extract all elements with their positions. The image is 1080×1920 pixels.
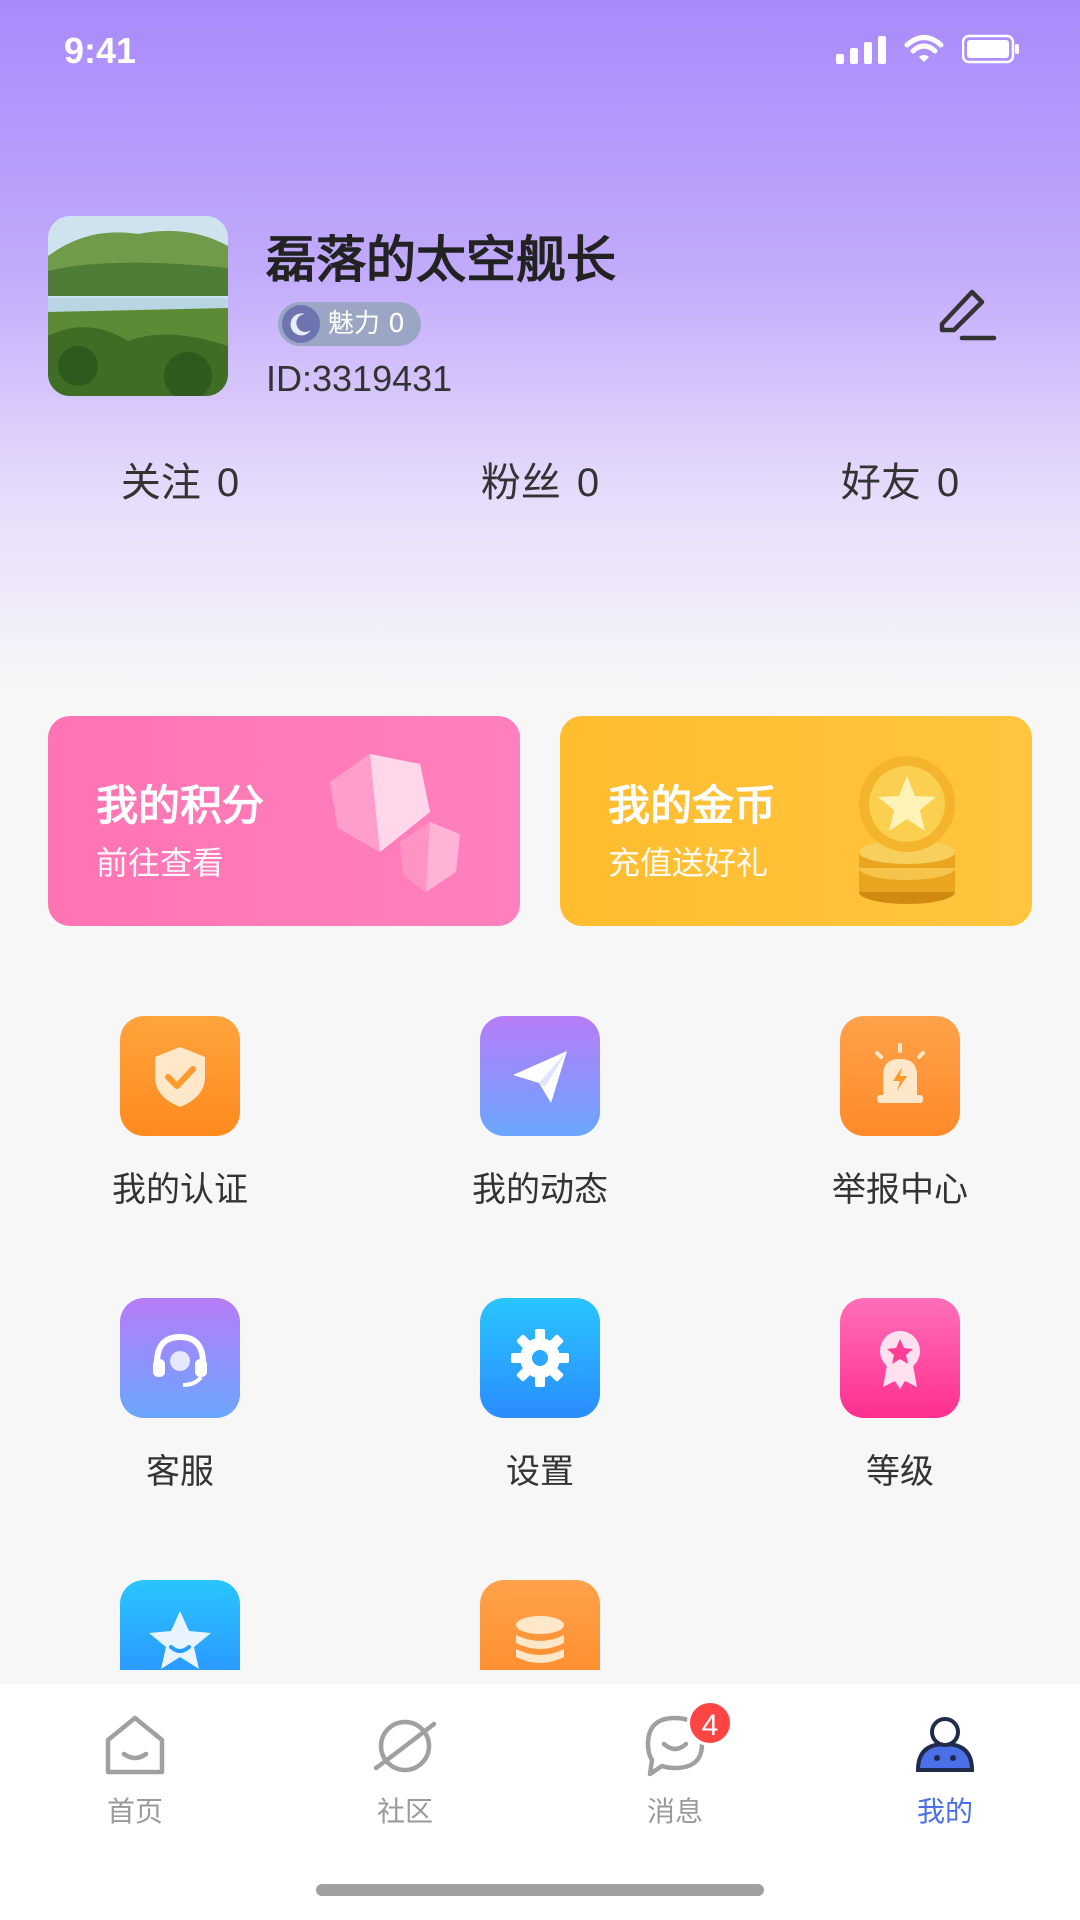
menu-grid: 我的认证 我的动态 举报中心 客服 设置 等级 <box>0 0 1080 1670</box>
headset-icon <box>120 1298 240 1418</box>
menu-item-verification[interactable]: 我的认证 <box>50 1016 310 1236</box>
tab-label: 消息 <box>646 1795 703 1828</box>
menu-item-settings[interactable]: 设置 <box>410 1298 670 1518</box>
home-icon <box>105 1715 165 1775</box>
tab-home[interactable]: 首页 <box>55 1710 215 1830</box>
menu-item-report[interactable]: 举报中心 <box>770 1016 1030 1236</box>
menu-item-wallet[interactable] <box>410 1580 670 1670</box>
planet-icon <box>373 1719 437 1773</box>
tab-community[interactable]: 社区 <box>325 1710 485 1830</box>
paper-plane-icon <box>480 1016 600 1136</box>
menu-item-favorites[interactable] <box>50 1580 310 1670</box>
tab-label: 首页 <box>106 1795 163 1828</box>
menu-label: 客服 <box>146 1452 214 1492</box>
gear-icon <box>480 1298 600 1418</box>
menu-label: 等级 <box>866 1452 934 1492</box>
alarm-icon <box>840 1016 960 1136</box>
menu-item-moments[interactable]: 我的动态 <box>410 1016 670 1236</box>
shield-check-icon <box>120 1016 240 1136</box>
menu-label: 我的动态 <box>472 1170 608 1210</box>
menu-label: 举报中心 <box>832 1170 968 1210</box>
home-indicator <box>316 1884 764 1896</box>
menu-label: 我的认证 <box>112 1170 248 1210</box>
tab-profile[interactable]: 我的 <box>865 1710 1025 1830</box>
message-badge: 4 <box>687 1700 733 1746</box>
menu-item-level[interactable]: 等级 <box>770 1298 1030 1518</box>
star-smile-icon <box>120 1580 240 1670</box>
tab-label: 我的 <box>916 1795 973 1828</box>
tab-label: 社区 <box>376 1795 433 1828</box>
menu-item-customer-service[interactable]: 客服 <box>50 1298 310 1518</box>
medal-icon <box>840 1298 960 1418</box>
profile-icon <box>915 1717 975 1772</box>
coin-stack-icon <box>480 1580 600 1670</box>
menu-label: 设置 <box>506 1452 574 1492</box>
tab-messages[interactable]: 4 消息 <box>595 1700 755 1830</box>
